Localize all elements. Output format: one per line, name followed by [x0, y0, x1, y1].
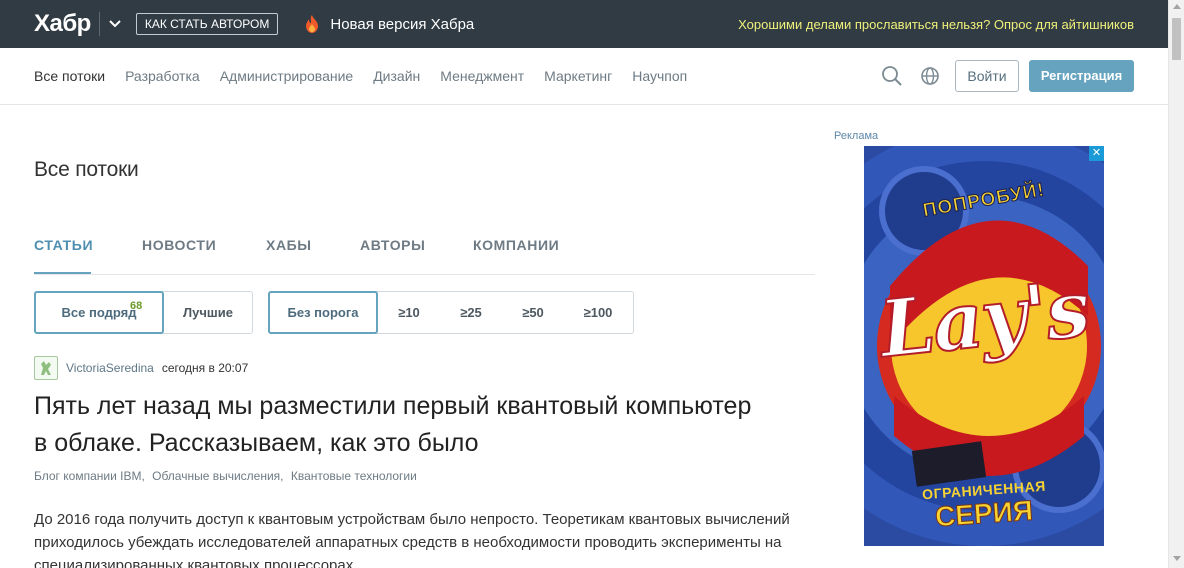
nav-item-popsci[interactable]: Научпоп	[632, 68, 687, 84]
nav-item-management[interactable]: Менеджмент	[440, 68, 524, 84]
promo-link[interactable]: Хорошими делами прославиться нельзя? Опр…	[738, 17, 1134, 32]
post-hubs: Блог компании IBM, Облачные вычисления, …	[34, 469, 421, 483]
rating-filter-group: Без порога ≥10 ≥25 ≥50 ≥100	[268, 291, 634, 334]
hub-link[interactable]: Облачные вычисления,	[152, 469, 283, 483]
new-version-link[interactable]: Новая версия Хабра	[330, 16, 474, 33]
scroll-down-arrow-icon[interactable]	[1173, 556, 1181, 561]
login-button[interactable]: Войти	[955, 60, 1019, 92]
page-scrollbar[interactable]	[1168, 0, 1184, 568]
nav-item-design[interactable]: Дизайн	[373, 68, 420, 84]
tab-news[interactable]: НОВОСТИ	[142, 237, 216, 253]
fire-icon	[304, 14, 320, 34]
post-preview-text: До 2016 года получить доступ к квантовым…	[34, 511, 790, 568]
nav-actions: Войти Регистрация	[881, 60, 1134, 92]
main-nav: Все потоки Разработка Администрирование …	[0, 48, 1168, 105]
content-tabs: СТАТЬИ НОВОСТИ ХАБЫ АВТОРЫ КОМПАНИИ	[34, 234, 815, 275]
tab-hubs[interactable]: ХАБЫ	[266, 237, 312, 253]
ad-label: Реклама	[834, 130, 879, 142]
filter-10-button[interactable]: ≥10	[378, 292, 440, 333]
register-button[interactable]: Регистрация	[1029, 60, 1134, 92]
sort-filter-group: Все подряд 68 Лучшие	[34, 291, 253, 334]
nav-item-development[interactable]: Разработка	[125, 68, 200, 84]
tab-authors[interactable]: АВТОРЫ	[360, 237, 425, 253]
top-bar: Хабр КАК СТАТЬ АВТОРОМ Новая версия Хабр…	[0, 0, 1168, 48]
how-to-become-author-button[interactable]: КАК СТАТЬ АВТОРОМ	[135, 13, 279, 35]
post-meta: VictoriaSeredina сегодня в 20:07	[34, 356, 248, 380]
new-posts-count-badge: 68	[130, 300, 143, 312]
filter-no-threshold-button[interactable]: Без порога	[268, 291, 378, 334]
filter-25-button[interactable]: ≥25	[440, 292, 502, 333]
chevron-down-icon[interactable]	[108, 17, 122, 31]
search-icon[interactable]	[881, 65, 903, 87]
filter-all-button[interactable]: Все подряд	[34, 291, 164, 334]
filter-50-button[interactable]: ≥50	[502, 292, 564, 333]
filter-100-button[interactable]: ≥100	[564, 292, 632, 333]
post-time: сегодня в 20:07	[161, 361, 249, 375]
filter-best-button[interactable]: Лучшие	[164, 292, 252, 333]
tab-articles[interactable]: СТАТЬИ	[34, 237, 93, 253]
page-title: Все потоки	[34, 158, 139, 181]
ad-close-icon[interactable]: ✕	[1089, 146, 1104, 161]
nav-item-administration[interactable]: Администрирование	[220, 68, 354, 84]
tab-companies[interactable]: КОМПАНИИ	[473, 237, 559, 253]
post-title[interactable]: Пять лет назад мы разместили первый кван…	[34, 388, 754, 462]
filter-all-label: Все подряд	[61, 305, 137, 320]
habr-logo[interactable]: Хабр	[34, 10, 91, 38]
globe-icon[interactable]	[919, 65, 941, 87]
nav-item-all-streams[interactable]: Все потоки	[34, 68, 105, 84]
scroll-thumb[interactable]	[1172, 18, 1181, 60]
logo-divider	[98, 12, 100, 36]
active-tab-indicator	[34, 272, 91, 274]
author-avatar[interactable]	[34, 356, 58, 380]
hub-link[interactable]: Блог компании IBM,	[34, 469, 145, 483]
scroll-up-arrow-icon[interactable]	[1173, 4, 1181, 9]
nav-item-marketing[interactable]: Маркетинг	[544, 68, 612, 84]
nav-links: Все потоки Разработка Администрирование …	[34, 68, 707, 84]
ad-banner[interactable]: ✕ ПОПРОБУЙ! Lay's ОГРАНИЧЕННАЯ СЕРИЯ	[864, 146, 1104, 546]
hub-link[interactable]: Квантовые технологии	[291, 469, 417, 483]
author-name[interactable]: VictoriaSeredina	[66, 361, 154, 375]
